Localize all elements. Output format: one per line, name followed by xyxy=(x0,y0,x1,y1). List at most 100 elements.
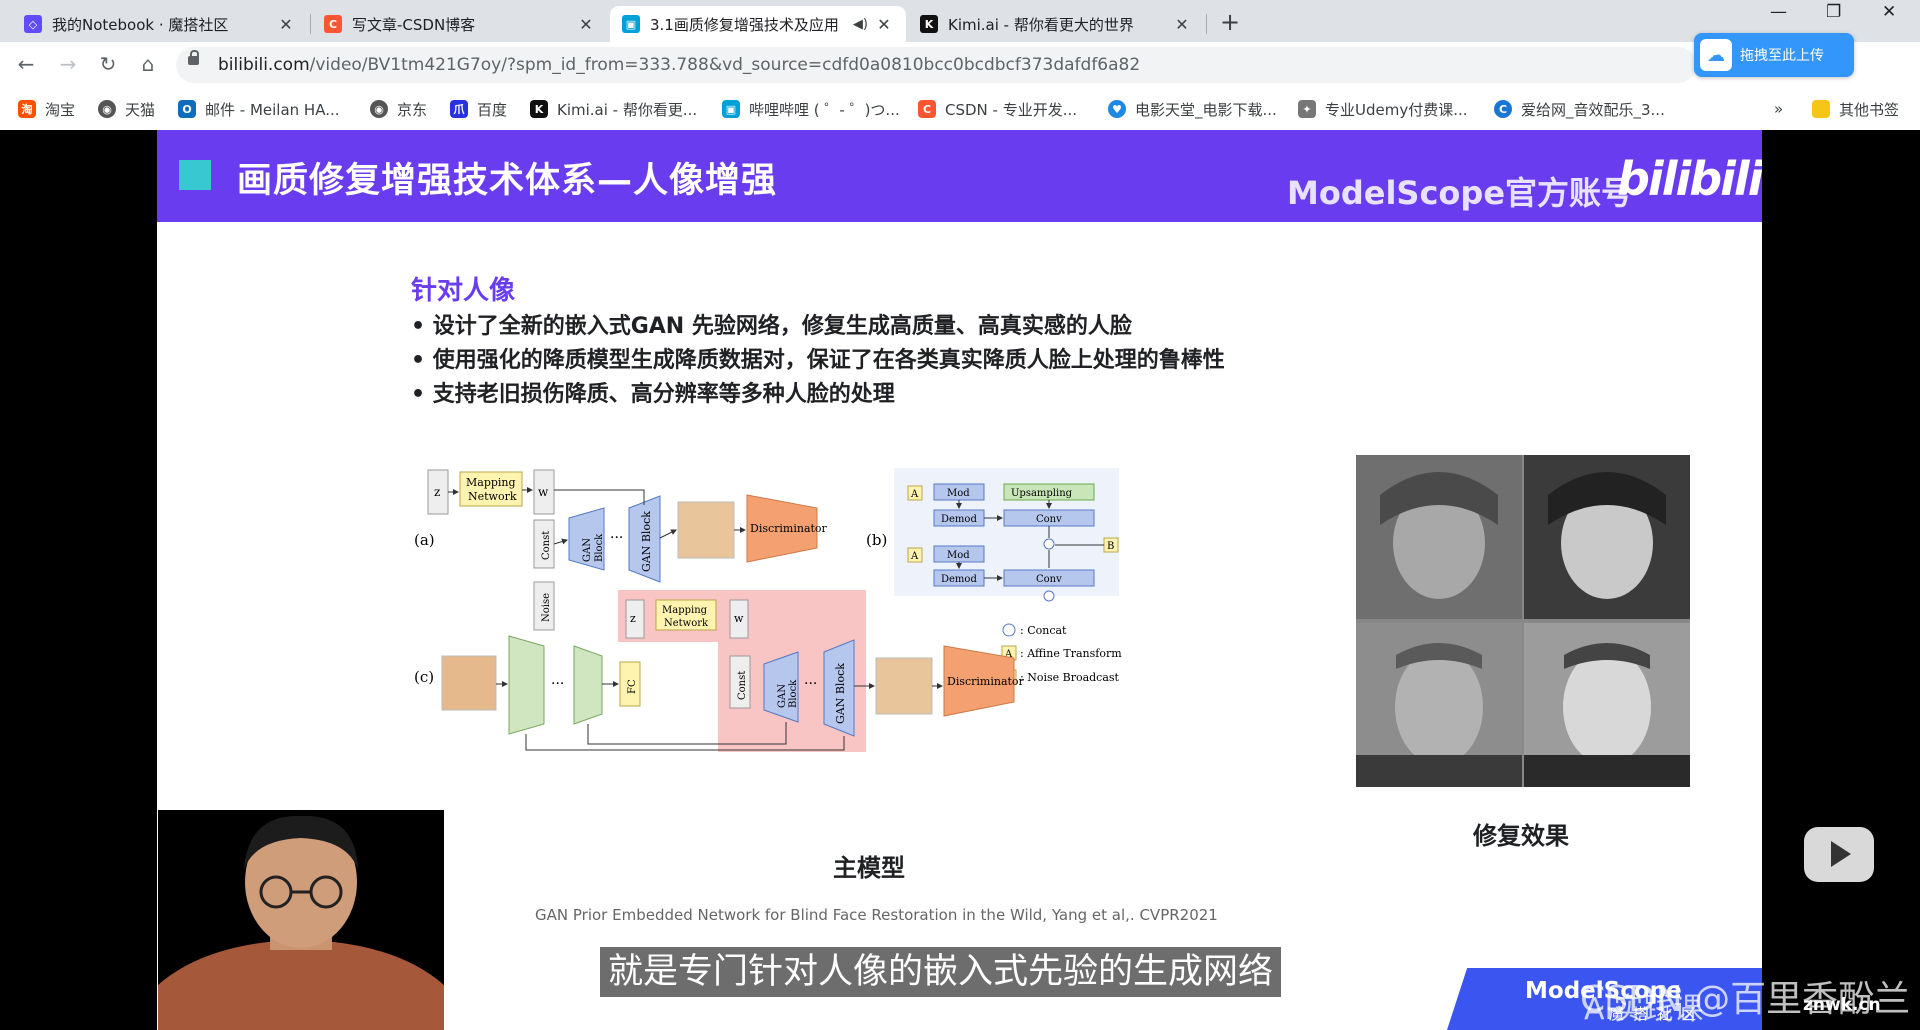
svg-text:z: z xyxy=(434,485,440,499)
minimize-icon[interactable]: — xyxy=(1770,2,1787,22)
bookmark-baidu[interactable]: 爪百度 xyxy=(450,98,507,120)
header-square-icon xyxy=(179,160,211,190)
close-tab-icon[interactable]: ✕ xyxy=(276,15,296,34)
presenter-webcam xyxy=(158,810,444,1030)
bilibili-favicon-icon: ▣ xyxy=(622,15,640,33)
encoder-block-1 xyxy=(508,635,545,735)
globe-icon: ◉ xyxy=(370,100,388,118)
kimi-icon: K xyxy=(530,100,548,118)
more-bookmarks-chevron-icon[interactable]: » xyxy=(1774,98,1783,120)
video-player[interactable]: 画质修复增强技术体系—人像增强 ModelScope官方账号 bilibili … xyxy=(0,130,1920,1030)
degraded-face-image xyxy=(441,655,497,711)
slide-title: 画质修复增强技术体系—人像增强 xyxy=(237,161,778,201)
bookmark-csdn[interactable]: C CSDN - 专业开发... xyxy=(918,98,1077,120)
svg-text:: Concat: : Concat xyxy=(1020,624,1067,637)
svg-text:GAN: GAN xyxy=(582,538,593,562)
bookmarks-bar: 淘淘宝 ◉ 天猫 O 邮件 - Meilan HA... ◉ 京东 爪百度 K Kimi… xyxy=(0,88,1920,131)
bookmark-label: Kimi.ai - 帮你看更... xyxy=(557,100,698,119)
svg-text:Conv: Conv xyxy=(1036,574,1062,585)
svg-text:Noise: Noise xyxy=(541,593,552,622)
bookmark-jd[interactable]: ◉ 京东 xyxy=(370,98,427,120)
encoder-block-2 xyxy=(573,645,603,725)
drag-upload-button[interactable]: ☁ 拖拽至此上传 xyxy=(1694,33,1854,77)
svg-text:Upsampling: Upsampling xyxy=(1011,488,1073,499)
forward-arrow-icon[interactable]: → xyxy=(54,52,82,76)
svg-text:: Noise Broadcast: : Noise Broadcast xyxy=(1020,671,1120,684)
svg-text:GAN Block: GAN Block xyxy=(834,663,847,724)
close-tab-icon[interactable]: ✕ xyxy=(1172,15,1192,34)
address-bar[interactable]: bilibili.com/video/BV1tm421G7oy/?spm_id_… xyxy=(176,47,1696,83)
tab-strip: ◇ 我的Notebook · 魔搭社区 ✕ C 写文章-CSDN博客 ✕ ▣ 3… xyxy=(0,0,1920,42)
reload-icon[interactable]: ↻ xyxy=(94,52,122,76)
bookmark-aigei[interactable]: C 爱给网_音效配乐_3... xyxy=(1494,98,1665,120)
svg-text:···: ··· xyxy=(610,530,623,546)
bookmark-tmall[interactable]: ◉ 天猫 xyxy=(98,98,155,120)
outlook-icon: O xyxy=(178,100,196,118)
back-arrow-icon[interactable]: ← xyxy=(12,52,40,76)
aigei-icon: C xyxy=(1494,100,1512,118)
bookmark-taobao[interactable]: 淘淘宝 xyxy=(18,98,75,120)
paper-citation: GAN Prior Embedded Network for Blind Fac… xyxy=(535,906,1218,924)
slide-header: 画质修复增强技术体系—人像增强 ModelScope官方账号 bilibili xyxy=(157,130,1762,222)
url-domain: bilibili.com xyxy=(218,55,310,75)
bilibili-logo: bilibili xyxy=(1617,152,1762,206)
new-tab-plus-icon[interactable]: + xyxy=(1220,8,1240,36)
bookmark-kimi[interactable]: K Kimi.ai - 帮你看更... xyxy=(530,98,697,120)
close-tab-icon[interactable]: ✕ xyxy=(874,15,894,34)
bookmark-label: 淘宝 xyxy=(45,100,76,119)
url-text[interactable]: bilibili.com/video/BV1tm421G7oy/?spm_id_… xyxy=(218,55,1140,75)
lock-icon[interactable] xyxy=(188,50,199,65)
restore-icon[interactable]: ❐ xyxy=(1826,2,1841,22)
tab-label: 写文章-CSDN博客 xyxy=(352,15,476,34)
svg-text:w: w xyxy=(734,612,744,625)
csdn-favicon-icon: C xyxy=(324,15,342,33)
gpen-architecture-diagram: (a) z Mapping Network w Const Noise GAN … xyxy=(414,468,1122,752)
play-button[interactable] xyxy=(1804,827,1874,882)
bookmark-label: CSDN - 专业开发... xyxy=(945,100,1078,119)
tab-separator xyxy=(310,14,311,34)
header-brand: ModelScope官方账号 xyxy=(1287,174,1634,212)
tab-bilibili[interactable]: ▣ 3.1画质修复增强技术及应用 ◀) ✕ xyxy=(610,6,906,42)
bilibili-icon: ▣ xyxy=(722,100,740,118)
svg-text:Discriminator: Discriminator xyxy=(947,675,1025,688)
close-tab-icon[interactable]: ✕ xyxy=(576,15,596,34)
bookmark-label: 其他书签 xyxy=(1839,100,1900,119)
udemy-icon: ✦ xyxy=(1298,100,1316,118)
bookmark-label: 电影天堂_电影下载... xyxy=(1135,100,1277,119)
bookmark-dytt[interactable]: ♥ 电影天堂_电影下载... xyxy=(1108,98,1277,120)
tab-modelscope[interactable]: ◇ 我的Notebook · 魔搭社区 ✕ xyxy=(12,6,308,42)
svg-text:GAN: GAN xyxy=(777,684,788,708)
bookmark-label: 百度 xyxy=(477,100,508,119)
bookmark-mail[interactable]: O 邮件 - Meilan HA... xyxy=(178,98,340,120)
cloud-upload-icon: ☁ xyxy=(1700,39,1732,71)
generated-face-image xyxy=(677,501,735,559)
tab-kimi[interactable]: K Kimi.ai - 帮你看更大的世界 ✕ xyxy=(908,6,1204,42)
bookmark-label: 专业Udemy付费课... xyxy=(1325,100,1468,119)
bookmark-label: 天猫 xyxy=(125,100,156,119)
browser-toolbar: ← → ↻ ⌂ bilibili.com/video/BV1tm421G7oy/… xyxy=(0,42,1920,118)
tab-csdn[interactable]: C 写文章-CSDN博客 ✕ xyxy=(312,6,608,42)
speaker-icon[interactable]: ◀) xyxy=(853,17,868,32)
svg-text:Discriminator: Discriminator xyxy=(750,522,828,535)
ai-course-watermark: AI实践课 xyxy=(1584,992,1704,1027)
window-close-icon[interactable]: ✕ xyxy=(1882,2,1896,22)
svg-text:Mod: Mod xyxy=(947,550,970,561)
bookmark-label: 爱给网_音效配乐_3... xyxy=(1521,100,1665,119)
globe-icon: ◉ xyxy=(98,100,116,118)
svg-text:A: A xyxy=(910,551,919,562)
bookmark-label: 京东 xyxy=(397,100,428,119)
section-title: 针对人像 xyxy=(411,276,516,306)
svg-text:Network: Network xyxy=(468,490,517,503)
svg-text:z: z xyxy=(630,612,636,625)
bookmark-bilibili[interactable]: ▣ 哔哩哔哩 ( ゜- ゜)つ... xyxy=(722,98,900,120)
svg-text:···: ··· xyxy=(804,676,817,692)
home-icon[interactable]: ⌂ xyxy=(134,52,162,76)
other-bookmarks-folder[interactable]: 其他书签 xyxy=(1812,98,1899,120)
restoration-effect-caption: 修复效果 xyxy=(1473,822,1569,850)
bookmark-label: 邮件 - Meilan HA... xyxy=(205,100,340,119)
bookmark-udemy[interactable]: ✦ 专业Udemy付费课... xyxy=(1298,98,1468,120)
svg-text:Const: Const xyxy=(541,531,552,560)
kimi-favicon-icon: K xyxy=(920,15,938,33)
znwk-watermark: znwk.cn xyxy=(1803,995,1881,1015)
baidu-paw-icon: 爪 xyxy=(450,100,468,118)
